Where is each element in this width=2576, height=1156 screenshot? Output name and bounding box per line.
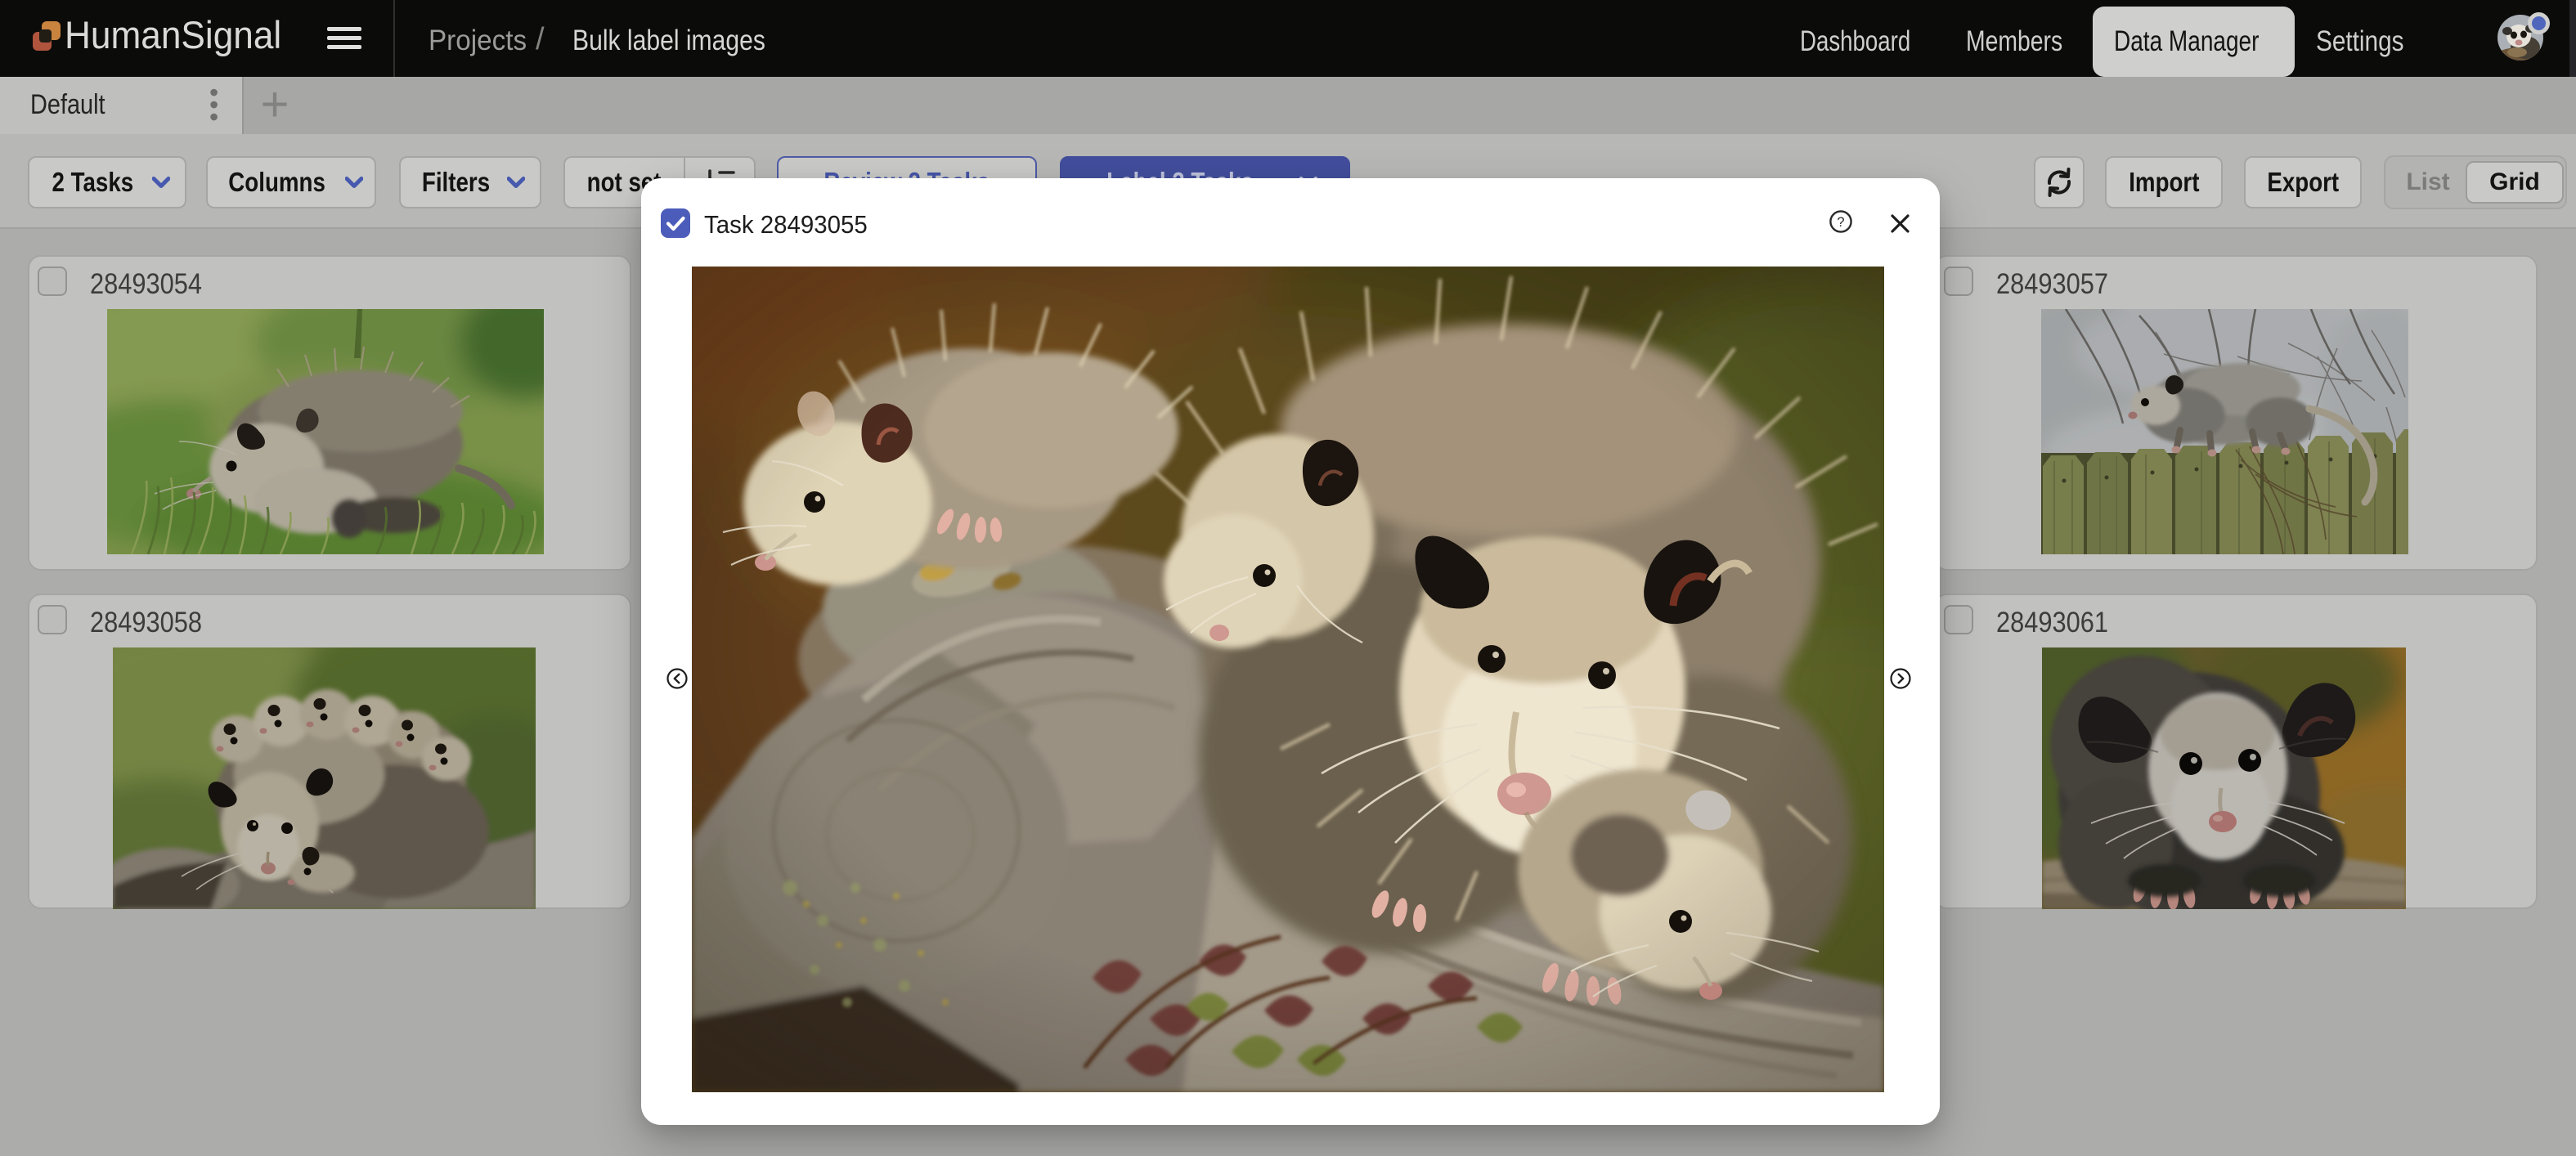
svg-text:?: ? xyxy=(1837,215,1844,230)
